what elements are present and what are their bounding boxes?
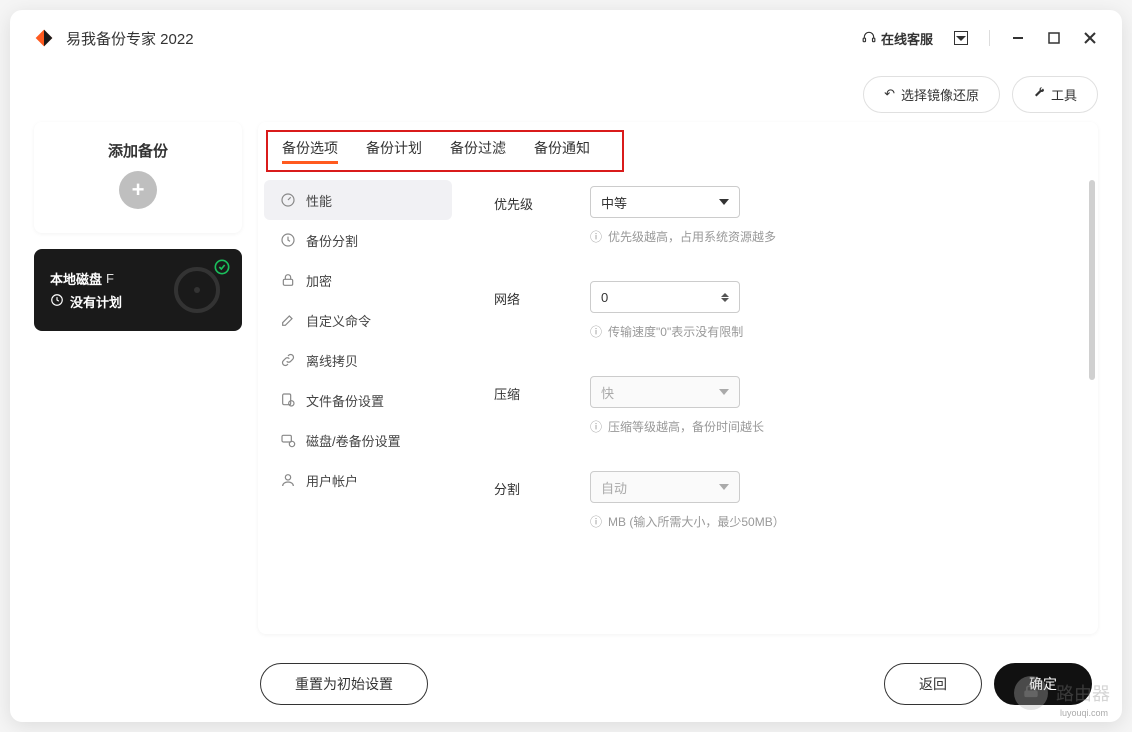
- back-button[interactable]: 返回: [884, 663, 982, 705]
- bottom-row: 重置为初始设置 返回 确定: [10, 646, 1122, 722]
- nav-file-backup-settings[interactable]: 文件备份设置: [258, 380, 458, 420]
- left-column: 添加备份 + 本地磁盘 F 没有计划: [34, 122, 242, 634]
- info-icon: ⓘ: [590, 323, 602, 340]
- file-gear-icon: [280, 392, 296, 408]
- priority-hint: 优先级越高，占用系统资源越多: [608, 228, 776, 245]
- no-plan-label: 没有计划: [70, 292, 122, 311]
- network-hint: 传输速度"0"表示没有限制: [608, 323, 743, 340]
- priority-select[interactable]: 中等: [590, 186, 740, 218]
- check-circle-icon: [214, 259, 230, 280]
- disk-gear-icon: [280, 432, 296, 448]
- user-icon: [280, 472, 296, 488]
- chevron-down-icon: [719, 484, 729, 490]
- app-title: 易我备份专家 2022: [66, 28, 194, 49]
- backup-task-card[interactable]: 本地磁盘 F 没有计划: [34, 249, 242, 331]
- nav-encrypt[interactable]: 加密: [258, 260, 458, 300]
- online-service-label: 在线客服: [881, 29, 933, 48]
- gauge-icon: [280, 192, 296, 208]
- content-row: 性能 备份分割 加密 自定义命令 离线拷贝 文件备份设置 磁盘/卷备份设置 用户…: [258, 174, 1098, 634]
- split-select[interactable]: 自动: [590, 471, 740, 503]
- field-priority: 优先级 中等 ⓘ 优先级越高，占用系统资源越多: [494, 186, 1074, 245]
- body-area: 添加备份 + 本地磁盘 F 没有计划 备份选项: [10, 122, 1122, 646]
- main-panel: 备份选项 备份计划 备份过滤 备份通知 性能 备份分割 加密 自定义命令 离线拷…: [258, 122, 1098, 634]
- action-row: ↶ 选择镜像还原 工具: [10, 66, 1122, 122]
- field-compress: 压缩 快 ⓘ 压缩等级越高，备份时间越长: [494, 376, 1074, 435]
- nav-user-account[interactable]: 用户帐户: [258, 460, 458, 500]
- settings-form: 优先级 中等 ⓘ 优先级越高，占用系统资源越多 网络 0 ⓘ 传输速度"0"表示没有…: [458, 174, 1098, 634]
- app-logo-icon: [34, 28, 54, 48]
- network-label: 网络: [494, 281, 550, 308]
- spinner-arrows-icon: [721, 293, 729, 302]
- tab-backup-plan[interactable]: 备份计划: [366, 122, 422, 174]
- app-window: 易我备份专家 2022 在线客服 ↶ 选择镜像还原 工具 添加备份: [10, 10, 1122, 722]
- chevron-down-icon: [719, 199, 729, 205]
- disk-name: 本地磁盘: [50, 269, 102, 288]
- add-backup-card: 添加备份 +: [34, 122, 242, 233]
- nav-disk-backup-settings[interactable]: 磁盘/卷备份设置: [258, 420, 458, 460]
- ok-button[interactable]: 确定: [994, 663, 1092, 705]
- titlebar-right: 在线客服: [862, 29, 1098, 48]
- restore-image-button[interactable]: ↶ 选择镜像还原: [863, 76, 1000, 113]
- nav-custom-cmd[interactable]: 自定义命令: [258, 300, 458, 340]
- disk-letter: F: [106, 271, 114, 286]
- online-service-link[interactable]: 在线客服: [862, 29, 933, 48]
- settings-nav: 性能 备份分割 加密 自定义命令 离线拷贝 文件备份设置 磁盘/卷备份设置 用户…: [258, 174, 458, 634]
- field-split: 分割 自动 ⓘ MB (输入所需大小，最少50MB）: [494, 471, 1074, 530]
- compress-label: 压缩: [494, 376, 550, 403]
- back-arrow-icon: ↶: [884, 86, 895, 102]
- close-button[interactable]: [1082, 30, 1098, 46]
- scrollbar[interactable]: [1089, 180, 1095, 380]
- tools-label: 工具: [1051, 85, 1077, 104]
- chevron-down-icon: [719, 389, 729, 395]
- headset-icon: [862, 30, 876, 47]
- field-network: 网络 0 ⓘ 传输速度"0"表示没有限制: [494, 281, 1074, 340]
- maximize-button[interactable]: [1046, 30, 1062, 46]
- tools-button[interactable]: 工具: [1012, 76, 1098, 113]
- compress-hint: 压缩等级越高，备份时间越长: [608, 418, 764, 435]
- tab-backup-notify[interactable]: 备份通知: [534, 122, 590, 174]
- info-icon: ⓘ: [590, 513, 602, 530]
- split-hint: MB (输入所需大小，最少50MB）: [608, 513, 785, 530]
- tab-backup-filter[interactable]: 备份过滤: [450, 122, 506, 174]
- titlebar: 易我备份专家 2022 在线客服: [10, 10, 1122, 66]
- nav-split[interactable]: 备份分割: [258, 220, 458, 260]
- link-icon: [280, 352, 296, 368]
- compress-select[interactable]: 快: [590, 376, 740, 408]
- reset-button[interactable]: 重置为初始设置: [260, 663, 428, 705]
- info-icon: ⓘ: [590, 228, 602, 245]
- restore-label: 选择镜像还原: [901, 85, 979, 104]
- clock-icon: [50, 293, 64, 310]
- minimize-button[interactable]: [1010, 30, 1026, 46]
- split-label: 分割: [494, 471, 550, 498]
- tab-backup-options[interactable]: 备份选项: [282, 122, 338, 174]
- nav-performance[interactable]: 性能: [264, 180, 452, 220]
- edit-icon: [280, 312, 296, 328]
- divider: [989, 30, 990, 46]
- add-backup-title: 添加备份: [108, 140, 168, 161]
- clock-icon: [280, 232, 296, 248]
- wrench-icon: [1033, 87, 1045, 102]
- priority-label: 优先级: [494, 186, 550, 213]
- add-backup-button[interactable]: +: [119, 171, 157, 209]
- tabs-container: 备份选项 备份计划 备份过滤 备份通知: [258, 122, 1098, 174]
- nav-offline-copy[interactable]: 离线拷贝: [258, 340, 458, 380]
- info-icon: ⓘ: [590, 418, 602, 435]
- watermark-domain: luyouqi.com: [1060, 708, 1108, 718]
- tabs: 备份选项 备份计划 备份过滤 备份通知: [258, 122, 1098, 174]
- network-spinner[interactable]: 0: [590, 281, 740, 313]
- plus-icon: +: [132, 177, 145, 203]
- dropdown-menu-button[interactable]: [953, 30, 969, 46]
- lock-icon: [280, 272, 296, 288]
